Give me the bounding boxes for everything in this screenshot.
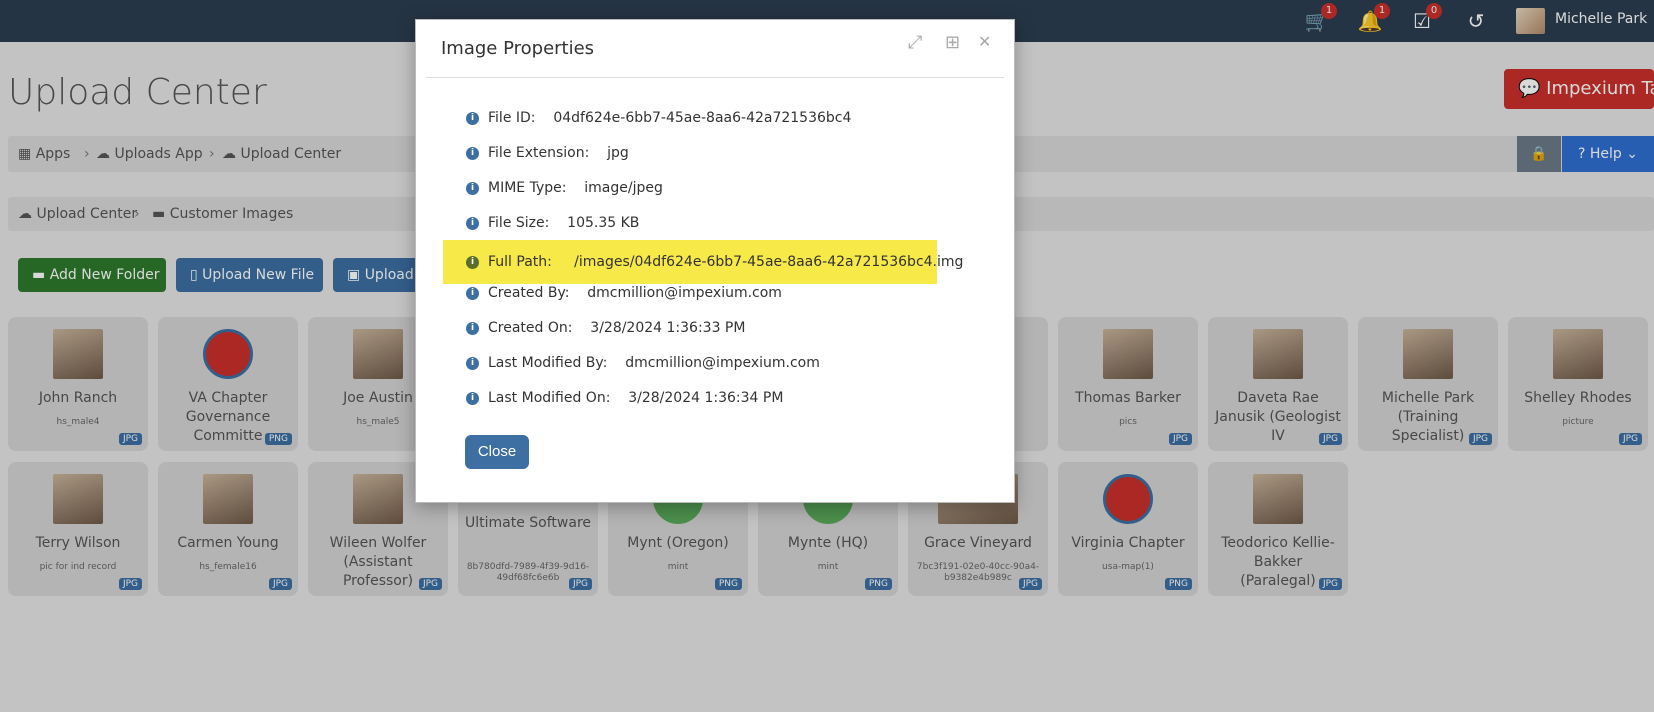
prop-value: jpg — [607, 145, 629, 161]
prop-label: Full Path: — [488, 254, 552, 270]
prop-label: File Size: — [488, 215, 550, 231]
info-icon: i — [466, 357, 479, 370]
info-icon: i — [466, 287, 479, 300]
info-icon: i — [466, 112, 479, 125]
prop-value: 3/28/2024 1:36:33 PM — [590, 320, 746, 336]
image-properties-dialog: Image Properties ⤢ ⊞ ✕ i File ID: 04df624… — [415, 19, 1015, 503]
info-icon: i — [466, 217, 479, 230]
close-icon[interactable]: ✕ — [978, 32, 991, 51]
prop-label: File ID: — [488, 110, 536, 126]
divider — [426, 77, 1004, 78]
info-icon: i — [466, 147, 479, 160]
info-icon: i — [466, 322, 479, 335]
dialog-title: Image Properties — [441, 38, 595, 59]
prop-value: 04df624e-6bb7-45ae-8aa6-42a721536bc4 — [553, 110, 852, 126]
prop-value: dmcmillion@impexium.com — [587, 285, 782, 301]
info-icon: i — [466, 392, 479, 405]
prop-value: /images/04df624e-6bb7-45ae-8aa6-42a72153… — [574, 254, 964, 270]
maximize-icon[interactable]: ⊞ — [945, 32, 960, 53]
prop-label: File Extension: — [488, 145, 590, 161]
info-icon: i — [466, 182, 479, 195]
prop-label: Last Modified On: — [488, 390, 611, 406]
close-button[interactable]: Close — [465, 435, 529, 469]
prop-value: image/jpeg — [584, 180, 663, 196]
info-icon: i — [466, 256, 479, 269]
prop-value: 3/28/2024 1:36:34 PM — [628, 390, 784, 406]
prop-label: Last Modified By: — [488, 355, 608, 371]
prop-label: MIME Type: — [488, 180, 567, 196]
prop-value: dmcmillion@impexium.com — [625, 355, 820, 371]
prop-label: Created On: — [488, 320, 573, 336]
external-link-icon[interactable]: ⤢ — [908, 32, 922, 53]
prop-label: Created By: — [488, 285, 570, 301]
prop-value: 105.35 KB — [567, 215, 640, 231]
